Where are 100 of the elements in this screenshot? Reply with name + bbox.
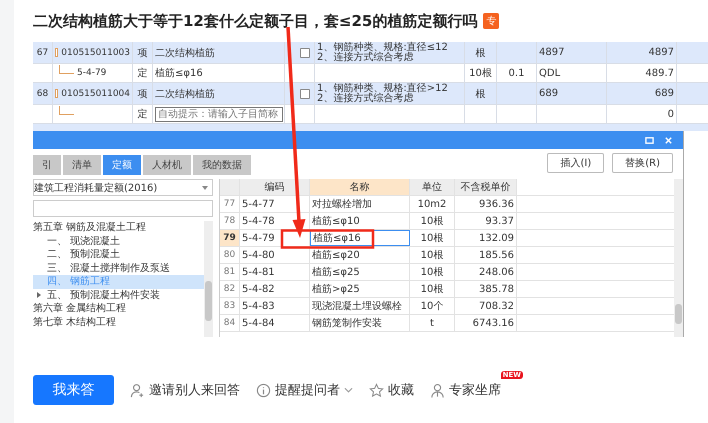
table-cell: 4897 <box>607 42 677 63</box>
tree-item[interactable]: 第六章 金属结构工程 <box>33 302 204 316</box>
table-cell: 5-4-77 <box>240 196 310 212</box>
tree-item[interactable]: 一、 现浇混凝土 <box>33 234 204 248</box>
table-cell-text: 二次结构植筋 <box>155 46 215 60</box>
library-dropdown[interactable]: 建筑工程消耗量定额(2016) <box>33 179 213 196</box>
action-link[interactable]: 邀请别人来回答 <box>130 381 240 399</box>
table-cell: 定 <box>133 105 153 123</box>
table-cell: 5-4-84 <box>240 315 310 331</box>
tree-item[interactable]: 二、 预制混凝土 <box>33 248 204 262</box>
person-icon <box>430 382 445 398</box>
table-cell: 10根 <box>465 64 497 82</box>
tab[interactable]: 我的数据 <box>193 155 251 175</box>
expand-icon[interactable] <box>37 292 41 298</box>
row-number: 77 <box>220 196 240 212</box>
table-cell: 10根 <box>410 213 455 229</box>
table-cell: 185.56 <box>455 247 517 263</box>
scrollbar[interactable] <box>674 179 683 337</box>
table-cell-text: 二次结构植筋 <box>155 88 215 100</box>
action-link[interactable]: 收藏 <box>369 381 414 399</box>
table-cell: 10个 <box>410 298 455 314</box>
tab[interactable]: 清单 <box>63 155 101 175</box>
row-number: 81 <box>220 264 240 280</box>
table-cell-text: 植筋≤φ16 <box>155 66 203 80</box>
table-cell: 5-4-80 <box>240 247 310 263</box>
row-number: 82 <box>220 281 240 297</box>
table-cell: 67 <box>33 42 53 63</box>
table-cell: 708.32 <box>455 298 517 314</box>
column-header: 编码 <box>240 179 310 195</box>
row-number: 83 <box>220 298 240 314</box>
table-cell[interactable]: 植筋≤φ25 <box>310 264 410 280</box>
table-cell: QDL <box>537 64 607 82</box>
tab[interactable]: 引 <box>33 155 61 175</box>
tree-line <box>59 106 74 114</box>
expert-badge: 专 <box>483 13 500 29</box>
dialog-button[interactable]: 插入(I) <box>547 153 604 173</box>
table-cell: 10根 <box>410 230 455 246</box>
table-cell: 1、钢筋种类、规格:直径≤12 2、连接方式综合考虑 <box>317 42 448 62</box>
row-number: 84 <box>220 315 240 331</box>
table-cell: 10根 <box>410 247 455 263</box>
table-cell: 10m2 <box>410 196 455 212</box>
tree-item[interactable]: 第七章 木结构工程 <box>33 316 204 329</box>
row-number: 79 <box>220 230 240 246</box>
table-cell: 132.09 <box>455 230 517 246</box>
table-cell[interactable]: 钢筋笼制作安装 <box>310 315 410 331</box>
answer-button[interactable]: 我来答 <box>33 375 114 405</box>
table-cell[interactable]: 对拉螺栓增加 <box>310 196 410 212</box>
table-cell[interactable]: 植筋≤φ20 <box>310 247 410 263</box>
column-header: 名称 <box>310 179 410 195</box>
action-link[interactable]: 提醒提问者 <box>256 381 353 399</box>
tab[interactable]: 人材机 <box>143 155 191 175</box>
table-cell: 5-4-83 <box>240 298 310 314</box>
table-cell: 6743.16 <box>455 315 517 331</box>
table-cell: 定 <box>133 64 153 82</box>
table-cell: t <box>410 315 455 331</box>
question-title: 二次结构植筋大于等于12套什么定额子目，套≤25的植筋定额行吗 <box>33 12 478 30</box>
column-header: 单位 <box>410 179 455 195</box>
close-icon[interactable] <box>664 136 673 144</box>
table-cell: 248.06 <box>455 264 517 280</box>
table-cell: 010515011004 <box>61 88 130 98</box>
checkbox[interactable] <box>300 48 310 58</box>
table-cell: 项 <box>133 83 153 104</box>
row-number: 80 <box>220 247 240 263</box>
table-cell: 根 <box>465 42 497 63</box>
table-cell: 5-4-82 <box>240 281 310 297</box>
table-cell: 93.37 <box>455 213 517 229</box>
table-cell: 385.78 <box>455 281 517 297</box>
input-field[interactable]: 自动提示：请输入子目简称 <box>155 106 283 122</box>
table-cell: 689 <box>607 83 677 104</box>
tree-item[interactable]: 第五章 钢筋及混凝土工程 <box>33 221 204 234</box>
table-cell[interactable]: 现浇混凝土埋设螺栓 <box>310 298 410 314</box>
star-icon <box>369 382 384 398</box>
tree-item[interactable]: 五、 预制混凝土构件安装 <box>33 288 204 302</box>
table-cell: 936.36 <box>455 196 517 212</box>
table-cell: 10根 <box>410 264 455 280</box>
table-cell: 5-4-79 <box>77 68 106 78</box>
table-cell: 0.1 <box>497 64 537 82</box>
table-cell: 489.7 <box>607 64 677 82</box>
table-cell: 1、钢筋种类、规格:直径>12 2、连接方式综合考虑 <box>317 84 448 104</box>
tree-item[interactable]: 三、 混凝土搅拌制作及泵送 <box>33 262 204 275</box>
maximize-icon[interactable] <box>645 136 654 144</box>
checkbox[interactable] <box>300 88 310 98</box>
table-cell: 10根 <box>410 281 455 297</box>
row-number: 78 <box>220 213 240 229</box>
table-cell: 4897 <box>537 42 607 63</box>
chevron-down-icon <box>344 387 353 393</box>
table-cell: 项 <box>133 42 153 63</box>
dialog-button[interactable]: 替换(R) <box>612 153 673 173</box>
person-plus-icon <box>130 382 145 398</box>
table-cell: 5-4-81 <box>240 264 310 280</box>
caret-icon <box>202 186 208 190</box>
scrollbar[interactable] <box>204 221 213 337</box>
table-cell: 0 <box>607 105 677 123</box>
table-cell[interactable]: 植筋≤φ16 <box>310 230 410 246</box>
search-field[interactable] <box>33 200 213 217</box>
table-cell[interactable]: 植筋≤φ10 <box>310 213 410 229</box>
info-icon <box>256 382 271 398</box>
column-header: 不含税单价 <box>455 179 517 195</box>
tree-line <box>59 64 74 74</box>
table-cell[interactable]: 植筋>φ25 <box>310 281 410 297</box>
